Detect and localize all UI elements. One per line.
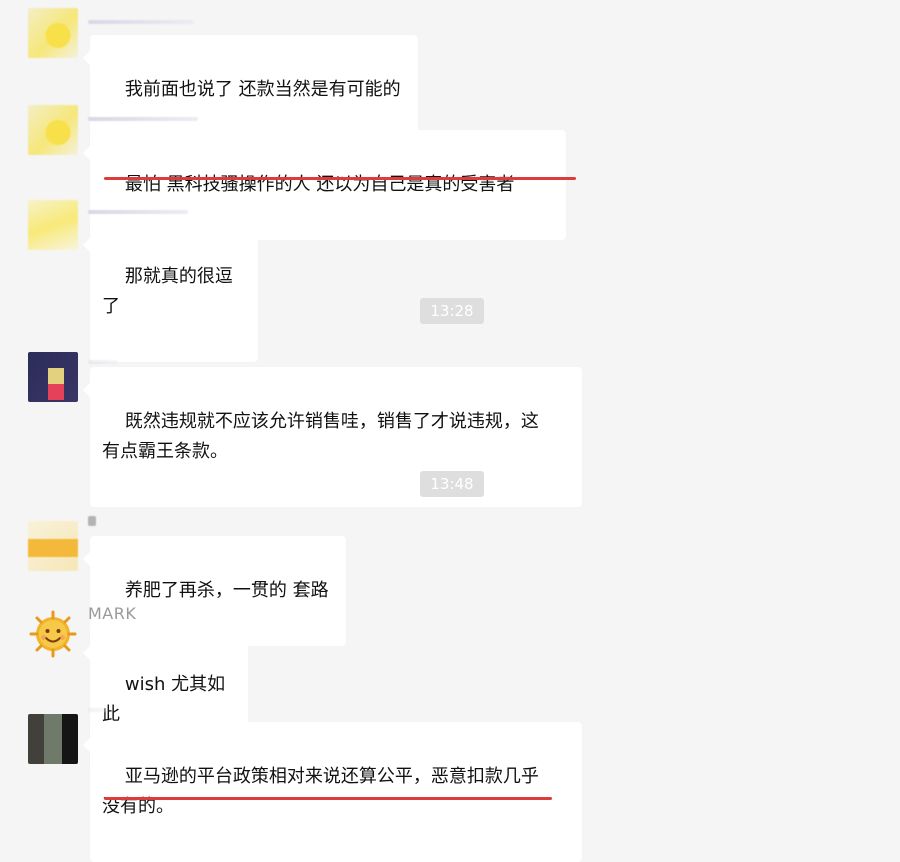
sender-name-blurred [88, 516, 96, 526]
sender-name-blurred [88, 20, 194, 24]
timestamp: 13:28 [420, 298, 484, 324]
timestamp-text: 13:48 [430, 475, 474, 493]
avatar[interactable] [28, 200, 78, 250]
sender-name-blurred [88, 708, 106, 712]
timestamp-text: 13:28 [430, 302, 474, 320]
message-text: 那就真的很逗了 [102, 266, 233, 317]
sender-name-blurred [88, 360, 118, 364]
avatar[interactable] [28, 609, 78, 659]
chat-window: 我前面也说了 还款当然是有可能的 最怕 黑科技骚操作的人 还以为自己是真的受害者… [0, 0, 900, 862]
sun-emoji-icon [29, 610, 77, 658]
message-text: 亚马逊的平台政策相对来说还算公平，恶意扣款几乎 没有的。 [102, 766, 539, 817]
message-bubble[interactable]: 亚马逊的平台政策相对来说还算公平，恶意扣款几乎 没有的。 [83, 722, 582, 862]
message-text: 我前面也说了 还款当然是有可能的 [124, 79, 401, 100]
message-bubble[interactable]: 我前面也说了 还款当然是有可能的 [83, 35, 418, 145]
message-text: 既然违规就不应该允许销售哇，销售了才说违规，这 有点霸王条款。 [102, 411, 539, 462]
avatar[interactable] [28, 105, 78, 155]
avatar[interactable] [28, 714, 78, 764]
avatar[interactable] [28, 352, 78, 402]
sender-name-blurred [88, 210, 188, 214]
highlight-underline [104, 797, 552, 800]
sender-name: MARK [88, 604, 137, 623]
message-bubble[interactable]: 那就真的很逗了 [83, 222, 258, 362]
message-text: 养肥了再杀，一贯的 套路 [124, 580, 329, 601]
avatar[interactable] [28, 8, 78, 58]
sender-name-blurred [88, 117, 198, 121]
highlight-underline [104, 177, 576, 180]
message-bubble[interactable]: 既然违规就不应该允许销售哇，销售了才说违规，这 有点霸王条款。 [83, 367, 582, 507]
timestamp: 13:48 [420, 471, 484, 497]
message-text: wish 尤其如此 [102, 674, 226, 725]
avatar[interactable] [28, 521, 78, 571]
